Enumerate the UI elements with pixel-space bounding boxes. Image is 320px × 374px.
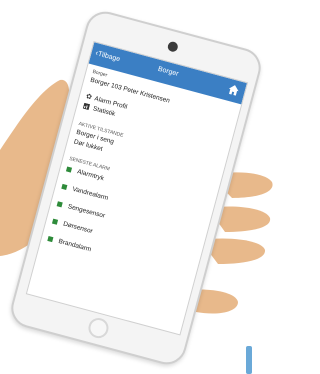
gear-icon: ✿ xyxy=(85,93,93,102)
decorative-tube xyxy=(246,346,252,374)
alarm-label: Sengesensor xyxy=(66,203,106,220)
alarm-icon xyxy=(52,218,59,225)
alarm-item[interactable]: Brandalarm xyxy=(47,235,92,253)
alarm-label: Brandalarm xyxy=(57,237,92,254)
alarm-icon xyxy=(47,235,54,242)
scene: ‹Tilbage Borger Borger Borger 103 Peter … xyxy=(0,0,283,374)
alarm-label: Vandrealarm xyxy=(71,185,109,203)
chart-icon xyxy=(82,102,91,111)
alarm-label: Dørsensor xyxy=(62,220,94,236)
alarm-item[interactable]: Sengesensor xyxy=(56,200,106,220)
home-button[interactable] xyxy=(86,315,111,341)
alarm-item[interactable]: Dørsensor xyxy=(52,218,94,236)
camera-icon xyxy=(166,40,179,53)
alarm-icon xyxy=(56,201,63,208)
alarm-icon xyxy=(65,166,73,173)
alarm-icon xyxy=(61,183,68,190)
home-icon[interactable] xyxy=(226,83,241,98)
top-bar: ‹Tilbage Borger xyxy=(88,42,247,105)
alarm-item[interactable]: Vandrealarm xyxy=(61,183,109,202)
